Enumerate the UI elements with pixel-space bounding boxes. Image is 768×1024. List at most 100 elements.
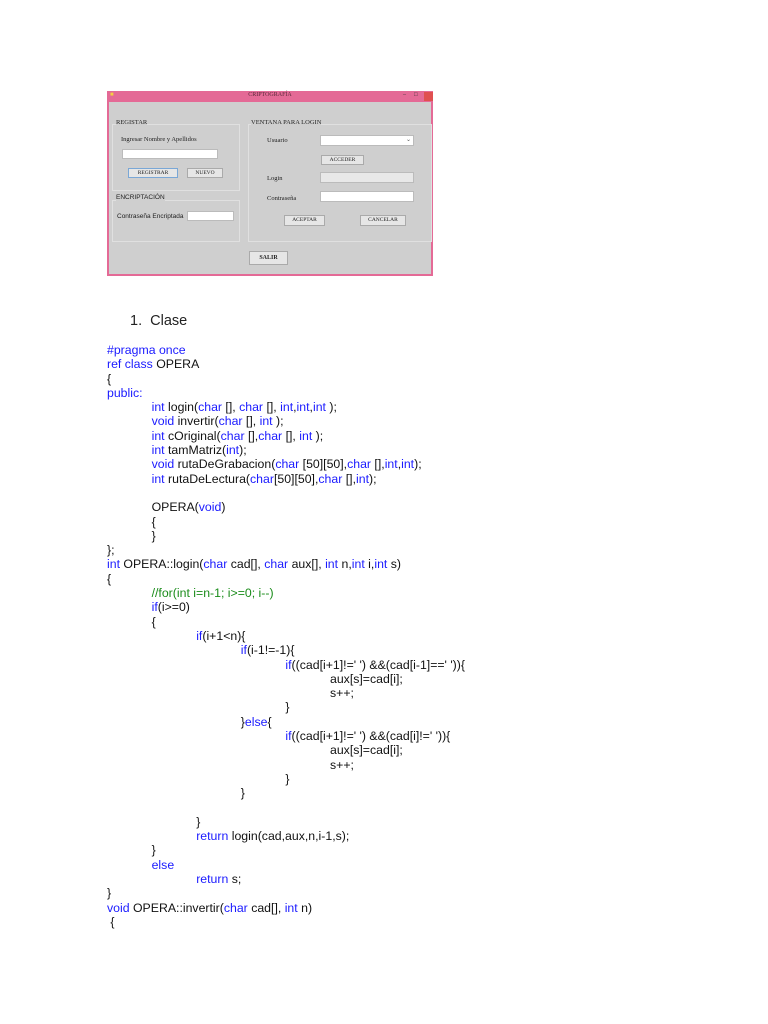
registrar-button[interactable]: REGISTRAR	[128, 168, 178, 178]
code-line: };	[107, 543, 465, 557]
code-text: OPERA	[152, 357, 200, 372]
code-text: [],	[242, 414, 260, 429]
code-keyword: else	[151, 857, 175, 872]
code-keyword: char	[203, 557, 228, 572]
code-text: );	[414, 457, 422, 472]
minimize-icon[interactable]: –	[403, 92, 406, 98]
code-keyword: char	[318, 471, 343, 486]
acceder-button[interactable]: ACCEDER	[321, 155, 364, 165]
code-text: login(cad,aux,n,i-1,s);	[228, 829, 350, 844]
code-line: int login(char [], char [], int,int,int …	[107, 400, 465, 414]
code-line: {	[107, 572, 465, 586]
code-text: rutaDeLectura(	[164, 471, 251, 486]
code-keyword: return	[196, 829, 229, 844]
usuario-combobox[interactable]: ⌄	[320, 135, 414, 146]
login-legend: VENTANA PARA LOGIN	[251, 119, 322, 126]
code-keyword: public:	[107, 385, 143, 400]
code-line: int OPERA::login(char cad[], char aux[],…	[107, 557, 465, 571]
code-text: {	[107, 371, 112, 386]
code-line: //for(int i=n-1; i>=0; i--)	[107, 586, 465, 600]
list-label: Clase	[150, 313, 188, 329]
code-keyword: return	[196, 871, 229, 886]
code-text: aux[],	[288, 557, 326, 572]
code-text: n,	[338, 557, 352, 572]
code-keyword: int	[384, 457, 398, 472]
code-text: cOriginal(	[164, 428, 221, 443]
name-label: Ingresar Nombre y Apellidos	[121, 136, 197, 143]
code-keyword: int	[356, 471, 369, 486]
code-text: [],	[371, 457, 385, 472]
code-keyword: void	[151, 457, 175, 472]
code-keyword: #pragma once	[107, 343, 186, 357]
encrypted-password-input[interactable]	[187, 211, 234, 221]
code-text: s++;	[330, 757, 354, 772]
code-line: if(i-1!=-1){	[107, 643, 465, 657]
code-keyword: int	[151, 443, 165, 458]
code-line: {	[107, 372, 465, 386]
code-line: }	[107, 843, 465, 857]
code-keyword: void	[107, 900, 130, 915]
code-text: );	[325, 400, 337, 415]
code-text: aux[s]=cad[i];	[330, 671, 403, 686]
code-text: [],	[342, 471, 356, 486]
code-text: )	[221, 500, 226, 515]
code-text: [50][50],	[273, 471, 319, 486]
maximize-icon[interactable]: □	[414, 92, 418, 98]
code-text: s;	[228, 871, 242, 886]
code-keyword: void	[151, 414, 175, 429]
login-input[interactable]	[320, 172, 414, 183]
code-keyword: int	[151, 400, 165, 415]
code-line: if((cad[i+1]!=' ') &&(cad[i-1]==' ')){	[107, 658, 465, 672]
code-text: (i-1!=-1){	[246, 643, 295, 658]
encriptacion-group	[112, 200, 240, 242]
code-line: int tamMatriz(int);	[107, 443, 465, 457]
code-line: }	[107, 772, 465, 786]
code-line: void invertir(char [], int );	[107, 414, 465, 428]
code-line: }	[107, 700, 465, 714]
code-keyword: int	[280, 400, 294, 415]
aceptar-button[interactable]: ACEPTAR	[284, 215, 325, 226]
code-text: [],	[222, 400, 240, 415]
code-keyword: int	[296, 400, 310, 415]
code-text: OPERA::invertir(	[129, 900, 224, 915]
name-input[interactable]	[122, 149, 218, 159]
code-text: );	[239, 443, 247, 458]
login-label: Login	[267, 175, 283, 182]
code-keyword: char	[220, 428, 245, 443]
code-text: (i>=0)	[157, 600, 190, 615]
salir-button[interactable]: SALIR	[249, 251, 288, 265]
code-line: }else{	[107, 715, 465, 729]
password-input[interactable]	[320, 191, 414, 202]
code-text: OPERA::login(	[120, 557, 204, 572]
code-text: rutaDeGrabacion(	[174, 457, 276, 472]
code-text: cad[],	[227, 557, 265, 572]
cancelar-button[interactable]: CANCELAR	[360, 215, 406, 226]
code-keyword: int	[299, 428, 313, 443]
code-keyword: char	[218, 414, 243, 429]
code-text: s)	[387, 557, 402, 572]
code-line: }	[107, 529, 465, 543]
code-text: login(	[164, 400, 199, 415]
code-text: {	[267, 714, 272, 729]
code-line: OPERA(void)	[107, 500, 465, 514]
code-text: n)	[297, 900, 313, 915]
code-text: }	[196, 814, 201, 829]
close-icon[interactable]	[424, 92, 433, 101]
code-keyword: int	[259, 414, 273, 429]
nuevo-button[interactable]: NUEVO	[187, 168, 223, 178]
window-title: CRIPTOGRAFÍA	[248, 92, 292, 98]
code-keyword: ref class	[107, 357, 153, 372]
code-text: }	[285, 771, 290, 786]
code-text: [50][50],	[299, 457, 348, 472]
code-text: }	[107, 886, 112, 901]
code-keyword: char	[239, 400, 264, 415]
code-line: {	[107, 915, 465, 929]
code-line: return login(cad,aux,n,i-1,s);	[107, 829, 465, 843]
code-text: ((cad[i+1]!=' ') &&(cad[i-1]==' ')){	[291, 657, 465, 672]
code-text: tamMatriz(	[164, 443, 227, 458]
code-text: OPERA(	[151, 500, 199, 515]
code-text: {	[151, 514, 156, 529]
code-text: }	[151, 528, 156, 543]
code-line: {	[107, 615, 465, 629]
code-line: s++;	[107, 758, 465, 772]
